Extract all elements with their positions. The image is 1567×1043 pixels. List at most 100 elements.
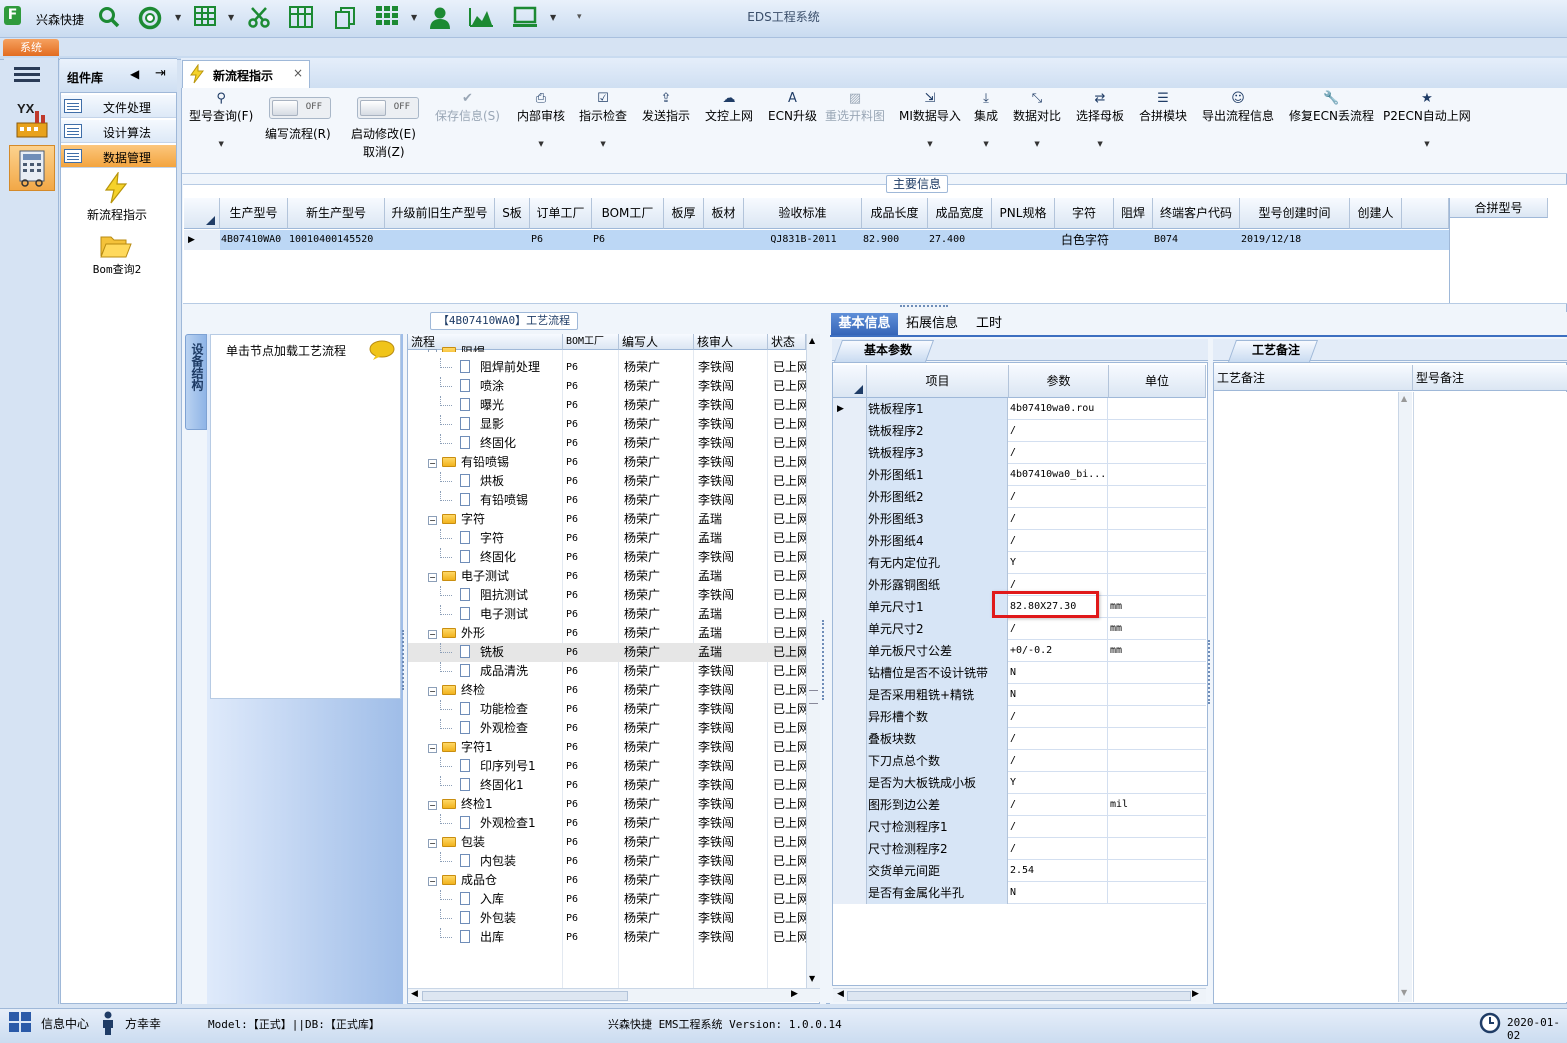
tree-row[interactable]: 内包装 P6 杨荣广 李铁闯 已上网 <box>408 852 806 871</box>
tab-extended-info[interactable]: 拓展信息 <box>901 313 963 335</box>
col-header-0[interactable]: 生产型号 <box>220 198 288 229</box>
p2ecn-auto-publish-button[interactable]: ★ P2ECN自动上网 ▼ <box>1383 91 1471 148</box>
tab-basic-info[interactable]: 基本信息 <box>831 313 898 335</box>
pin-panel-icon[interactable]: ⇥ <box>155 66 166 81</box>
tree-group-row[interactable]: − 字符1 P6 杨荣广 李铁闯 已上网 <box>408 738 806 757</box>
cancel-button[interactable]: 取消(Z) <box>363 143 405 160</box>
main-info-cell[interactable]: 10010400145520 <box>288 230 385 250</box>
param-cell-unit[interactable] <box>1109 860 1206 882</box>
tree-row[interactable]: 外观检查1 P6 杨荣广 李铁闯 已上网 <box>408 814 806 833</box>
scroll-right-icon[interactable]: ▶ <box>1192 989 1199 999</box>
param-cell-value[interactable]: N <box>1009 684 1108 706</box>
grid-corner[interactable] <box>833 365 867 398</box>
repair-ecn-flow-button[interactable]: 🔧 修复ECN丢流程 <box>1289 91 1374 124</box>
collapse-left-icon[interactable]: ◀ <box>130 67 139 81</box>
row-header[interactable] <box>833 794 867 816</box>
tree-row[interactable]: 终固化 P6 杨荣广 李铁闯 已上网 <box>408 548 806 567</box>
col-header-15[interactable]: 型号创建时间 <box>1240 198 1350 229</box>
area-chart-icon[interactable] <box>468 6 493 30</box>
params-hscrollbar[interactable]: ◀ ▶ <box>833 988 1206 1002</box>
scissors-icon[interactable] <box>247 6 271 30</box>
collapse-node-icon[interactable]: − <box>428 459 437 468</box>
param-cell-unit[interactable] <box>1109 750 1206 772</box>
param-cell-unit[interactable] <box>1109 574 1206 596</box>
open-folder-icon[interactable] <box>100 232 132 258</box>
row-header[interactable] <box>833 420 867 442</box>
calculator-module-icon[interactable] <box>9 145 55 191</box>
tree-row[interactable]: 阻焊前处理 P6 杨荣广 李铁闯 已上网 <box>408 358 806 377</box>
row-header[interactable] <box>833 574 867 596</box>
row-header[interactable] <box>833 882 867 904</box>
chevron-down-icon[interactable]: ▼ <box>228 13 234 22</box>
tree-row[interactable]: 烘板 P6 杨荣广 李铁闯 已上网 <box>408 472 806 491</box>
start-edit-toggle[interactable]: OFF <box>357 97 419 119</box>
param-cell-value[interactable]: / <box>1009 486 1108 508</box>
comp-item-data-management[interactable]: 数据管理 <box>61 145 176 168</box>
collapse-node-icon[interactable]: − <box>428 516 437 525</box>
param-row[interactable]: 铣板程序2/ <box>833 420 1206 442</box>
param-row[interactable]: ▶ 铣板程序1 4b07410wa0.rou <box>833 398 1206 420</box>
main-info-cell[interactable] <box>385 230 495 250</box>
tree-row[interactable]: 入库 P6 杨荣广 李铁闯 已上网 <box>408 890 806 909</box>
comp-item-file-processing[interactable]: 文件处理 <box>61 95 176 118</box>
export-flow-info-button[interactable]: ☺ 导出流程信息 <box>1202 91 1274 124</box>
main-info-cell[interactable]: P6 <box>592 230 664 250</box>
info-center-icon[interactable] <box>9 1012 33 1037</box>
scroll-right-icon[interactable]: ▶ <box>791 989 798 999</box>
param-cell-unit[interactable] <box>1109 508 1206 530</box>
grid-corner[interactable] <box>184 198 220 229</box>
copy-icon[interactable] <box>333 6 357 30</box>
tree-group-row[interactable]: − 有铅喷锡 P6 杨荣广 李铁闯 已上网 <box>408 453 806 472</box>
row-header[interactable] <box>833 530 867 552</box>
param-row[interactable]: 是否有金属化半孔 N <box>833 882 1206 904</box>
process-tree-vscrollbar[interactable]: ▲ ▼ <box>806 334 820 988</box>
main-info-cell[interactable]: 白色字符 <box>1055 230 1114 250</box>
param-cell-value[interactable]: 2.54 <box>1009 860 1108 882</box>
row-header[interactable]: ▶ <box>833 398 867 420</box>
main-info-cell[interactable]: 27.400 <box>928 230 992 250</box>
user-icon[interactable] <box>428 6 452 30</box>
param-row[interactable]: 叠板块数 / <box>833 728 1206 750</box>
scroll-up-icon[interactable]: ▲ <box>1401 394 1407 403</box>
chevron-down-icon[interactable]: ▼ <box>175 13 181 22</box>
param-cell-unit[interactable] <box>1109 552 1206 574</box>
equipment-tree[interactable]: 单击节点加载工艺流程 <box>210 334 401 699</box>
close-tab-icon[interactable]: × <box>293 66 303 80</box>
model-remark-textarea[interactable] <box>1413 392 1567 1002</box>
row-header[interactable] <box>833 838 867 860</box>
tree-group-row[interactable]: − 终检1 P6 杨荣广 李铁闯 已上网 <box>408 795 806 814</box>
tree-group-row[interactable]: − 阻焊 <box>408 343 806 352</box>
col-header-4[interactable]: 订单工厂 <box>530 198 592 229</box>
vertical-splitter-grip[interactable] <box>1208 640 1212 704</box>
lifebuoy-icon[interactable] <box>138 6 162 30</box>
tree-row[interactable]: 阻抗测试 P6 杨荣广 李铁闯 已上网 <box>408 586 806 605</box>
main-info-cell[interactable]: 2019/12/18 <box>1240 230 1350 250</box>
param-cell-unit[interactable] <box>1109 882 1206 904</box>
col-header-10[interactable]: 成品宽度 <box>928 198 992 229</box>
search-icon[interactable] <box>97 6 121 30</box>
main-info-cell[interactable] <box>1114 230 1153 250</box>
row-header[interactable] <box>833 618 867 640</box>
collapse-node-icon[interactable]: − <box>428 573 437 582</box>
reselect-cut-drawing-button[interactable]: ▨ 重选开料图 <box>825 91 885 124</box>
param-cell-unit[interactable] <box>1109 684 1206 706</box>
main-info-cell[interactable]: 82.900 <box>862 230 928 250</box>
tab-equipment-structure[interactable]: 设备结构 <box>185 334 207 430</box>
param-row[interactable]: 尺寸检测程序2/ <box>833 838 1206 860</box>
tree-row[interactable]: 铣板 P6 杨荣广 孟瑞 已上网 <box>408 643 806 662</box>
collapse-node-icon[interactable]: − <box>428 801 437 810</box>
tree-group-row[interactable]: − 成品仓 P6 杨荣广 李铁闯 已上网 <box>408 871 806 890</box>
monitor-icon[interactable] <box>513 6 537 30</box>
param-cell-unit[interactable] <box>1109 486 1206 508</box>
param-cell-unit[interactable] <box>1109 706 1206 728</box>
collapse-node-icon[interactable]: − <box>428 744 437 753</box>
main-info-cell[interactable]: B074 <box>1153 230 1240 250</box>
chevron-down-icon[interactable]: ▼ <box>550 13 556 22</box>
collapse-node-icon[interactable]: − <box>428 687 437 696</box>
tree-row[interactable]: 终固化 P6 杨荣广 李铁闯 已上网 <box>408 434 806 453</box>
send-instruction-button[interactable]: ⇪ 发送指示 <box>642 91 690 124</box>
tree-row[interactable]: 外包装 P6 杨荣广 李铁闯 已上网 <box>408 909 806 928</box>
row-header[interactable] <box>833 662 867 684</box>
param-cell-unit[interactable] <box>1109 530 1206 552</box>
param-cell-value[interactable]: / <box>1009 530 1108 552</box>
